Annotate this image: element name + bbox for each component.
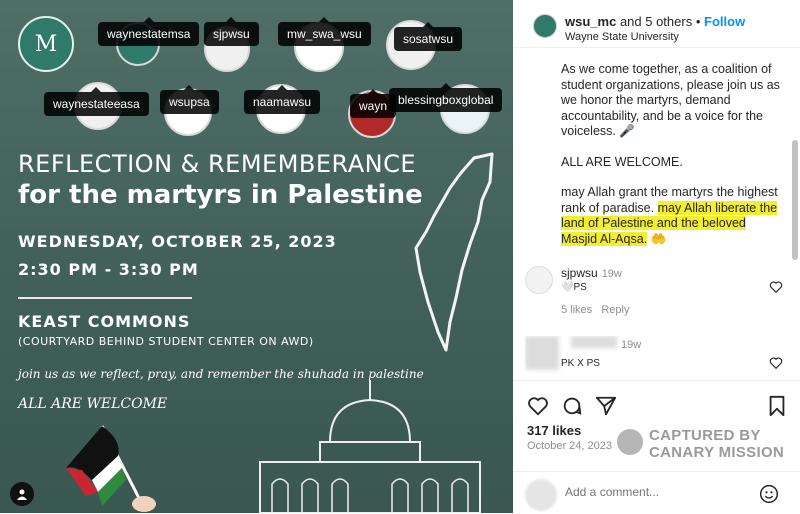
commenter-avatar[interactable] (525, 266, 553, 294)
post-caption: As we come together, as a coalition of s… (561, 62, 783, 262)
commenter-line: sjpwsu 19w (561, 266, 622, 280)
post-actions: 317 likes October 24, 2023 CAPTURED BY C… (513, 380, 800, 513)
add-comment-input[interactable] (565, 485, 735, 499)
tag-waynestateeasa[interactable]: waynestateeasa (44, 87, 149, 116)
comment-text: PK X PS (561, 358, 600, 369)
comment-bubble-icon[interactable] (561, 395, 583, 417)
all-welcome-text: ALL ARE WELCOME (18, 396, 168, 412)
share-send-icon[interactable] (595, 395, 617, 417)
viewer-avatar (525, 479, 557, 511)
tag-wsupsa[interactable]: wsupsa (160, 85, 219, 114)
comment-time: 19w (621, 339, 642, 351)
caption-paragraph-3: may Allah grant the martyrs the highest … (561, 185, 783, 247)
comment-reply[interactable]: Reply (601, 304, 629, 316)
comment-likes[interactable]: 5 likes (561, 304, 592, 316)
co-authors[interactable]: and 5 others (620, 14, 692, 29)
tagged-people-icon[interactable] (10, 482, 34, 506)
comment-like-heart-icon[interactable] (769, 280, 783, 294)
commenter-line: 19w (571, 336, 641, 351)
event-description: join us as we reflect, pray, and remembe… (18, 367, 424, 381)
post-header: wsu_mc and 5 others • Follow Wayne State… (513, 0, 800, 48)
commenter-username[interactable]: sjpwsu (561, 266, 598, 280)
post-location[interactable]: Wayne State University (565, 31, 679, 43)
headline-reflection: REFLECTION & REMEMBERANCE (18, 150, 417, 178)
comments-scrollbar[interactable] (792, 140, 798, 260)
event-date: WEDNESDAY, OCTOBER 25, 2023 (18, 232, 337, 251)
separator-dot: • (695, 14, 701, 29)
comment-item: sjpwsu 19w 🤍PS 5 likes Reply (525, 266, 783, 318)
tag-waynestatemsa[interactable]: waynestatemsa (98, 17, 200, 46)
watermark-icon (617, 429, 643, 455)
tag-naamawsu[interactable]: naamawsu (244, 85, 321, 114)
mc-logo-letter: M (34, 31, 58, 57)
watermark: CAPTURED BY CANARY MISSION (649, 427, 784, 461)
like-heart-icon[interactable] (527, 395, 549, 417)
watermark-line-1: CAPTURED BY (649, 427, 761, 444)
post-image[interactable]: M waynestatemsa sjpwsu mw_swa_wsu sosatw… (0, 0, 513, 513)
event-venue: KEAST COMMONS (18, 312, 191, 331)
post-date: October 24, 2023 (527, 440, 613, 452)
commenter-username-blurred[interactable] (571, 336, 617, 348)
caption-paragraph-1: As we come together, as a coalition of s… (561, 62, 780, 138)
add-comment-bar (513, 471, 800, 514)
comment-meta: 5 likes Reply (561, 304, 629, 316)
author-avatar[interactable] (533, 14, 557, 38)
tag-blessingboxglobal[interactable]: blessingboxglobal (389, 83, 503, 112)
event-venue-detail: (COURTYARD BEHIND STUDENT CENTER ON AWD) (18, 335, 314, 348)
post-details-panel: wsu_mc and 5 others • Follow Wayne State… (513, 0, 800, 513)
comment-text: 🤍PS (561, 282, 587, 293)
save-bookmark-icon[interactable] (767, 395, 787, 417)
dome-of-rock-illustration (259, 380, 481, 513)
caption-emoji: 🤲 (650, 231, 667, 246)
comment-text-value: PS (573, 282, 587, 293)
headline-martyrs: for the martyrs in Palestine (18, 180, 423, 210)
comment-like-heart-icon[interactable] (769, 356, 783, 370)
tag-sjpwsu[interactable]: sjpwsu (204, 17, 259, 46)
author-username[interactable]: wsu_mc (565, 14, 616, 29)
tag-sosatwsu[interactable]: sosatwsu (394, 22, 463, 51)
palestine-flag-illustration (66, 425, 156, 512)
caption-paragraph-2: ALL ARE WELCOME. (561, 154, 683, 169)
palestine-map-illustration (414, 152, 494, 352)
likes-count[interactable]: 317 likes (527, 423, 581, 438)
watermark-line-2: CANARY MISSION (649, 444, 785, 461)
event-time: 2:30 PM - 3:30 PM (18, 260, 199, 279)
commenter-avatar-blurred[interactable] (525, 336, 559, 370)
tag-mw-swa-wsu[interactable]: mw_swa_wsu (278, 17, 371, 46)
author-line: wsu_mc and 5 others • Follow (565, 14, 745, 29)
comment-item: 19w PK X PS (525, 336, 783, 380)
divider (18, 297, 192, 299)
comment-time: 19w (601, 268, 622, 280)
emoji-icon[interactable] (759, 484, 779, 504)
follow-button[interactable]: Follow (704, 14, 745, 29)
mc-logo: M (18, 16, 74, 72)
